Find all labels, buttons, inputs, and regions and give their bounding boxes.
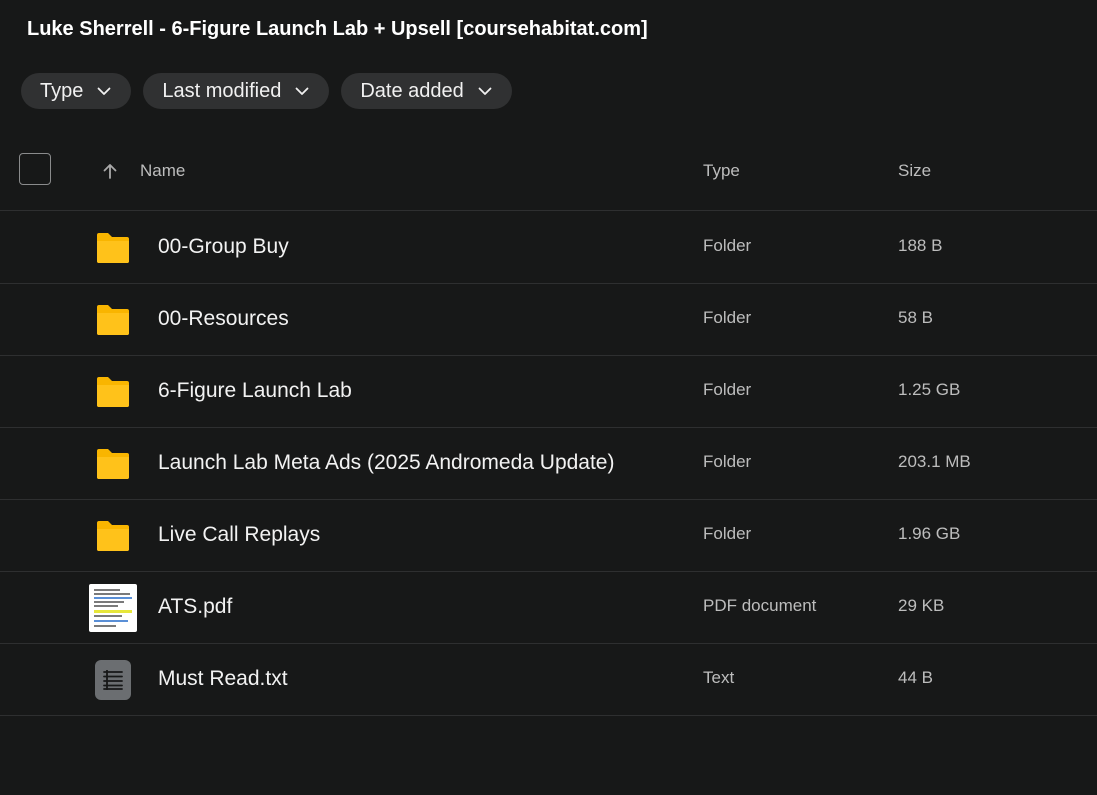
file-name: 00-Group Buy [158, 235, 289, 258]
table-row[interactable]: 6-Figure Launch Lab Folder 1.25 GB [0, 356, 1097, 428]
table-row[interactable]: Launch Lab Meta Ads (2025 Andromeda Upda… [0, 428, 1097, 500]
file-name: ATS.pdf [158, 595, 233, 618]
last-modified-filter-label: Last modified [162, 79, 282, 102]
file-name: Must Read.txt [158, 667, 288, 690]
file-size: 188 B [898, 236, 943, 255]
folder-icon [89, 512, 137, 560]
date-added-filter-label: Date added [360, 79, 464, 102]
file-size: 44 B [898, 668, 933, 687]
file-list: 00-Group Buy Folder 188 B 00-Resources F… [0, 212, 1097, 716]
name-column-header[interactable]: Name [140, 161, 185, 181]
file-name: Live Call Replays [158, 523, 321, 546]
file-browser: Luke Sherrell - 6-Figure Launch Lab + Up… [0, 0, 1097, 795]
file-size: 58 B [898, 308, 933, 327]
file-size: 203.1 MB [898, 452, 971, 471]
type-filter-button[interactable]: Type [21, 73, 132, 109]
table-row[interactable]: Live Call Replays Folder 1.96 GB [0, 500, 1097, 572]
file-type: Folder [703, 236, 752, 255]
folder-icon [89, 368, 137, 416]
file-name: 00-Resources [158, 307, 289, 330]
file-size: 1.25 GB [898, 380, 961, 399]
arrow-up-icon[interactable] [99, 160, 121, 182]
file-type: Text [703, 668, 735, 687]
file-type: Folder [703, 452, 752, 471]
chevron-down-icon [295, 84, 309, 98]
file-name: 6-Figure Launch Lab [158, 379, 352, 402]
folder-icon [89, 440, 137, 488]
file-name: Launch Lab Meta Ads (2025 Andromeda Upda… [158, 451, 615, 474]
file-type: Folder [703, 380, 752, 399]
pdf-thumbnail-icon [89, 584, 137, 632]
table-row[interactable]: Must Read.txt Text 44 B [0, 644, 1097, 716]
page-title: Luke Sherrell - 6-Figure Launch Lab + Up… [27, 18, 648, 40]
table-header: Name Type Size [0, 140, 1097, 211]
table-row[interactable]: 00-Resources Folder 58 B [0, 284, 1097, 356]
type-column-header[interactable]: Type [703, 161, 740, 181]
chevron-down-icon [478, 84, 492, 98]
file-type: Folder [703, 308, 752, 327]
table-row[interactable]: ATS.pdf PDF document 29 KB [0, 572, 1097, 644]
text-file-icon [89, 656, 137, 704]
folder-icon [89, 224, 137, 272]
file-type: PDF document [703, 596, 817, 615]
table-row[interactable]: 00-Group Buy Folder 188 B [0, 212, 1097, 284]
date-added-filter-button[interactable]: Date added [341, 73, 512, 109]
chevron-down-icon [97, 84, 111, 98]
file-size: 29 KB [898, 596, 945, 615]
file-type: Folder [703, 524, 752, 543]
type-filter-label: Type [40, 79, 84, 102]
folder-icon [89, 296, 137, 344]
filter-bar: Type Last modified Date added [21, 73, 512, 109]
size-column-header[interactable]: Size [898, 161, 931, 181]
file-size: 1.96 GB [898, 524, 961, 543]
last-modified-filter-button[interactable]: Last modified [143, 73, 330, 109]
select-all-checkbox[interactable] [19, 153, 51, 185]
